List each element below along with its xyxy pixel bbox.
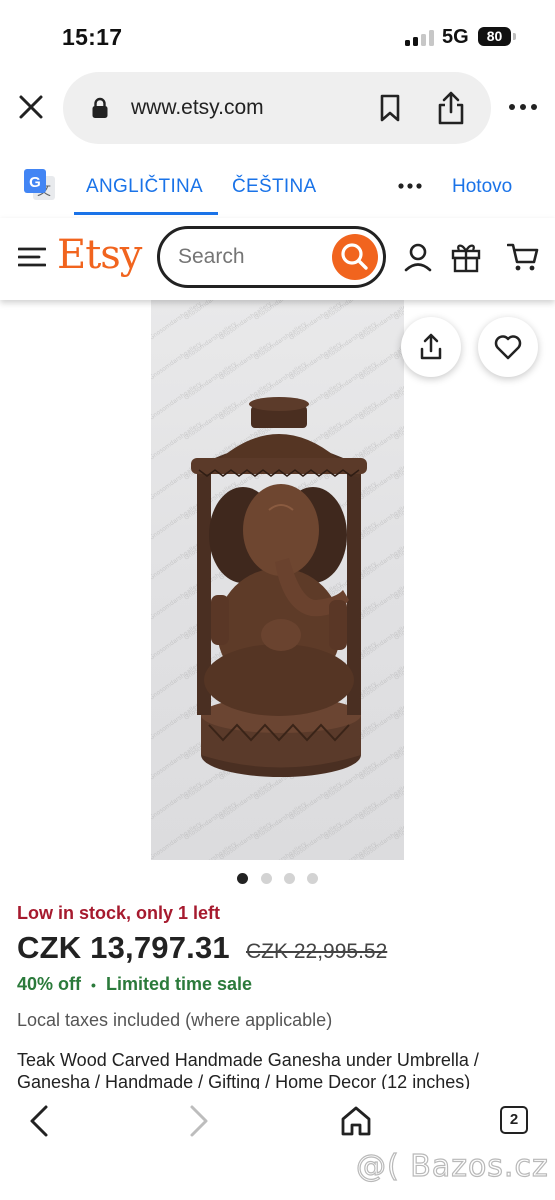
address-bar[interactable]: www.etsy.com [63, 72, 491, 144]
browser-toolbar: www.etsy.com [0, 70, 555, 146]
image-watermark-text: Gnosomdarshgallery [218, 300, 273, 342]
translate-more-icon[interactable] [397, 176, 423, 196]
status-time: 15:17 [62, 24, 123, 50]
search-placeholder: Search [178, 245, 245, 268]
discount-separator: • [91, 977, 96, 993]
search-input[interactable]: Search [157, 226, 386, 288]
image-watermark-text: Gnosomdarshgallery [288, 340, 343, 382]
image-watermark-text: Gnosomdarshgallery [151, 380, 203, 422]
image-watermark-text: Gnosomdarshgallery [393, 840, 404, 860]
image-watermark-text: Gnosomdarshgallery [151, 340, 203, 382]
share-icon [420, 333, 442, 360]
back-icon[interactable] [24, 1104, 56, 1138]
status-bar: 15:17 5G 80 [0, 0, 555, 70]
image-watermark-text: Gnosomdarshgallery [151, 620, 203, 662]
discount-line: 40% off • Limited time sale [17, 974, 252, 995]
tax-note: Local taxes included (where applicable) [17, 1010, 333, 1030]
image-watermark-text: Gnosomdarshgallery [323, 840, 378, 860]
image-watermark-text: Gnosomdarshgallery [151, 660, 203, 702]
close-icon [19, 95, 43, 119]
forward-icon[interactable] [182, 1104, 214, 1138]
sale-label: Limited time sale [105, 974, 253, 994]
gallery-pagination [237, 872, 321, 886]
product-title: Teak Wood Carved Handmade Ganesha under … [17, 1050, 479, 1089]
url-text: www.etsy.com [131, 96, 264, 119]
image-watermark-text: Gnosomdarshgallery [288, 780, 343, 822]
original-price: CZK 22,995.52 [246, 940, 388, 963]
image-watermark-text: Gnosomdarshgallery [323, 320, 378, 362]
bazos-watermark: @( Bazos.cz [355, 1148, 549, 1184]
stock-status: Low in stock, only 1 left [17, 903, 221, 923]
image-watermark-text: Gnosomdarshgallery [151, 820, 203, 860]
cart-icon[interactable] [507, 242, 539, 272]
image-watermark-text: Gnosomdarshgallery [288, 300, 343, 302]
search-button[interactable] [332, 234, 378, 280]
image-watermark-text: Gnosomdarshgallery [253, 320, 308, 362]
tab-source-language[interactable]: ANGLIČTINA [86, 176, 203, 198]
image-watermark-text: Gnosomdarshgallery [151, 300, 203, 342]
image-watermark-text: Gnosomdarshgallery [183, 840, 238, 860]
image-watermark-text: Gnosomdarshgallery [323, 360, 378, 402]
more-icon[interactable] [506, 94, 540, 120]
image-watermark-text: Gnosomdarshgallery [183, 400, 238, 442]
image-watermark-text: Gnosomdarshgallery [253, 840, 308, 860]
pagination-dot[interactable] [307, 873, 318, 884]
image-watermark-text: Gnosomdarshgallery [358, 300, 404, 302]
image-watermark-text: Gnosomdarshgallery [151, 700, 203, 742]
tabs-button[interactable]: 2 [500, 1106, 528, 1134]
image-watermark-text: Gnosomdarshgallery [151, 580, 203, 622]
menu-icon[interactable] [18, 246, 46, 268]
translate-bar: 文 G ANGLIČTINA ČEŠTINA Hotovo [0, 146, 555, 218]
pagination-dot[interactable] [261, 873, 272, 884]
image-watermark-text: Gnosomdarshgallery [151, 500, 203, 542]
pagination-dot[interactable] [237, 873, 248, 884]
image-watermark-text: Gnosomdarshgallery [183, 800, 238, 842]
image-watermark-text: Gnosomdarshgallery [288, 300, 343, 342]
image-watermark-text: Gnosomdarshgallery [151, 740, 203, 782]
battery-icon: 80 [478, 27, 511, 46]
close-button[interactable] [14, 90, 48, 124]
product-image[interactable]: Gnosomdarshgallery Gnosomdarshgallery Gnos… [151, 300, 404, 860]
image-watermark-text: Gnosomdarshgallery [151, 780, 203, 822]
home-icon[interactable] [339, 1104, 373, 1138]
image-watermark-text: Gnosomdarshgallery [218, 340, 273, 382]
svg-text:G: G [29, 174, 41, 191]
favorite-button[interactable] [478, 317, 538, 377]
share-icon[interactable] [435, 90, 467, 126]
image-watermark-text: Gnosomdarshgallery [323, 800, 378, 842]
ganesha-statue-image: Gnosomdarshgallery Gnosomdarshgallery Gnos… [151, 300, 404, 860]
tab-target-language[interactable]: ČEŠTINA [232, 176, 316, 198]
etsy-logo[interactable]: Etsy [57, 232, 142, 278]
network-label: 5G [442, 26, 469, 48]
image-watermark-text: Gnosomdarshgallery [183, 320, 238, 362]
image-watermark-text: Gnosomdarshgallery [218, 780, 273, 822]
image-watermark-text: Gnosomdarshgallery [151, 300, 203, 302]
product-gallery: Gnosomdarshgallery Gnosomdarshgallery Gnos… [0, 300, 555, 860]
share-listing-button[interactable] [401, 317, 461, 377]
google-translate-icon: 文 G [24, 169, 55, 200]
sale-price: CZK 13,797.31 [17, 930, 230, 965]
image-watermark-text: Gnosomdarshgallery [151, 420, 203, 462]
image-watermark-text: Gnosomdarshgallery [151, 540, 203, 582]
discount-percent: 40% off [17, 974, 82, 994]
search-icon [341, 243, 368, 270]
site-header: Etsy Search [0, 218, 555, 300]
battery-cap [513, 33, 516, 40]
done-button[interactable]: Hotovo [452, 176, 512, 198]
image-watermark-text: Gnosomdarshgallery [323, 400, 378, 442]
image-watermark-text: Gnosomdarshgallery [218, 300, 273, 302]
heart-icon [494, 335, 522, 360]
bookmark-icon[interactable] [375, 93, 405, 123]
pagination-dot[interactable] [284, 873, 295, 884]
lock-icon [92, 97, 108, 118]
gift-icon[interactable] [450, 241, 482, 273]
account-icon[interactable] [403, 242, 433, 272]
signal-icon [405, 30, 435, 46]
image-watermark-text: Gnosomdarshgallery [253, 800, 308, 842]
image-watermark-text: Gnosomdarshgallery [183, 360, 238, 402]
active-tab-indicator [74, 212, 218, 215]
image-watermark-text: Gnosomdarshgallery [253, 360, 308, 402]
